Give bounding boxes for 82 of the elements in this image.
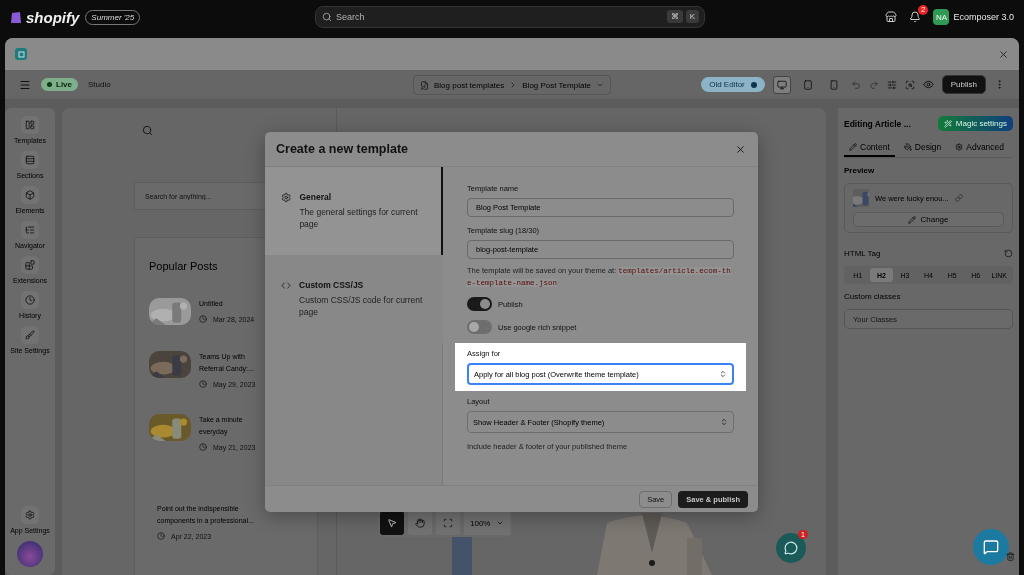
updown-icon	[720, 418, 728, 426]
hand-icon	[415, 518, 425, 528]
old-editor-toggle[interactable]: Old Editor	[701, 77, 765, 92]
live-status: Live	[41, 78, 78, 91]
chat-icon	[983, 539, 999, 555]
desktop-button[interactable]	[772, 75, 791, 94]
clock-icon	[25, 295, 35, 305]
close-icon	[735, 143, 746, 155]
code-icon	[281, 280, 292, 291]
dialog-nav-item[interactable]: General The general settings for current page	[265, 167, 443, 255]
file-edit-icon	[420, 80, 429, 90]
zoom-select[interactable]: 100%	[464, 511, 511, 535]
pointer-icon	[387, 518, 397, 528]
publish-button[interactable]: Publish	[941, 75, 986, 94]
frame-icon	[443, 518, 453, 528]
caret-icon	[496, 519, 505, 527]
magic-settings-button[interactable]: Magic settings	[937, 116, 1013, 131]
blocks-icon	[25, 260, 35, 270]
pencil-icon	[908, 215, 917, 224]
layout-icon	[25, 120, 35, 130]
hand-tool[interactable]	[408, 511, 432, 535]
change-button[interactable]: Change	[853, 212, 1004, 227]
reset-icon[interactable]	[1004, 249, 1013, 258]
nav-title: Custom CSS/JS	[299, 280, 365, 290]
search-icon[interactable]	[142, 125, 153, 136]
link-icon[interactable]	[954, 194, 963, 202]
panel-title: Editing Article ...	[844, 118, 911, 129]
clock-icon	[199, 443, 207, 451]
wand-icon	[943, 119, 952, 128]
custom-classes-label: Custom classes	[844, 292, 902, 301]
gear-icon	[25, 510, 35, 520]
search-icon	[322, 12, 332, 22]
tablet-icon	[802, 79, 813, 90]
app-icon	[15, 48, 27, 60]
panel-tab[interactable]: Design	[898, 139, 947, 157]
panel-tab[interactable]: Content	[844, 139, 895, 157]
chat-button[interactable]	[973, 529, 1009, 565]
trash-icon[interactable]	[1006, 552, 1015, 561]
gear-icon	[281, 192, 292, 203]
close-button[interactable]	[735, 143, 746, 155]
nav-description: Custom CSS/JS code for current page	[299, 294, 424, 318]
rows-icon	[25, 155, 35, 165]
clock-icon	[199, 315, 207, 323]
close-icon	[998, 48, 1009, 60]
sliders-icon[interactable]	[886, 79, 897, 90]
paint-bucket-icon	[903, 143, 912, 151]
html-tag-label: HTML Tag	[844, 249, 881, 258]
toggle-switch[interactable]	[467, 320, 492, 334]
store-icon[interactable]	[885, 11, 898, 23]
close-button[interactable]	[998, 48, 1009, 60]
pencil-icon	[849, 143, 857, 151]
list-icon	[25, 225, 35, 235]
gear-icon	[955, 143, 964, 151]
eye-icon[interactable]	[922, 79, 934, 90]
redo-icon[interactable]	[868, 79, 879, 90]
updown-icon	[719, 370, 727, 378]
studio-label[interactable]: Studio	[88, 80, 111, 89]
fit-tool[interactable]	[436, 511, 460, 535]
assistant-orb[interactable]	[17, 541, 43, 567]
caret-icon	[596, 81, 605, 89]
shopify-logo[interactable]: shopify	[10, 8, 80, 26]
clock-icon	[157, 532, 165, 540]
panel-tab[interactable]: Advanced	[950, 139, 1010, 157]
phone-icon	[828, 79, 839, 90]
store-name[interactable]: Ecomposer 3.0	[953, 12, 1014, 22]
breadcrumb[interactable]: Blog post templates Blog Post Template	[413, 75, 612, 95]
notification-count: 2	[918, 5, 929, 15]
bell-icon[interactable]	[909, 11, 922, 23]
cube-icon	[25, 190, 35, 200]
chat-icon	[784, 541, 798, 555]
brush-icon	[25, 330, 35, 340]
section-title: Popular Posts	[149, 260, 219, 272]
toggle-switch[interactable]	[467, 297, 492, 311]
store-avatar[interactable]: NA	[933, 9, 950, 25]
clock-icon	[199, 380, 207, 388]
monitor-icon	[776, 79, 787, 90]
dialog-title: Create a new template	[276, 142, 408, 156]
menu-icon[interactable]	[19, 78, 31, 91]
pointer-tool[interactable]	[380, 511, 404, 535]
scan-search-icon[interactable]	[904, 79, 915, 90]
preview-label: Preview	[844, 166, 876, 175]
undo-icon[interactable]	[850, 79, 861, 90]
